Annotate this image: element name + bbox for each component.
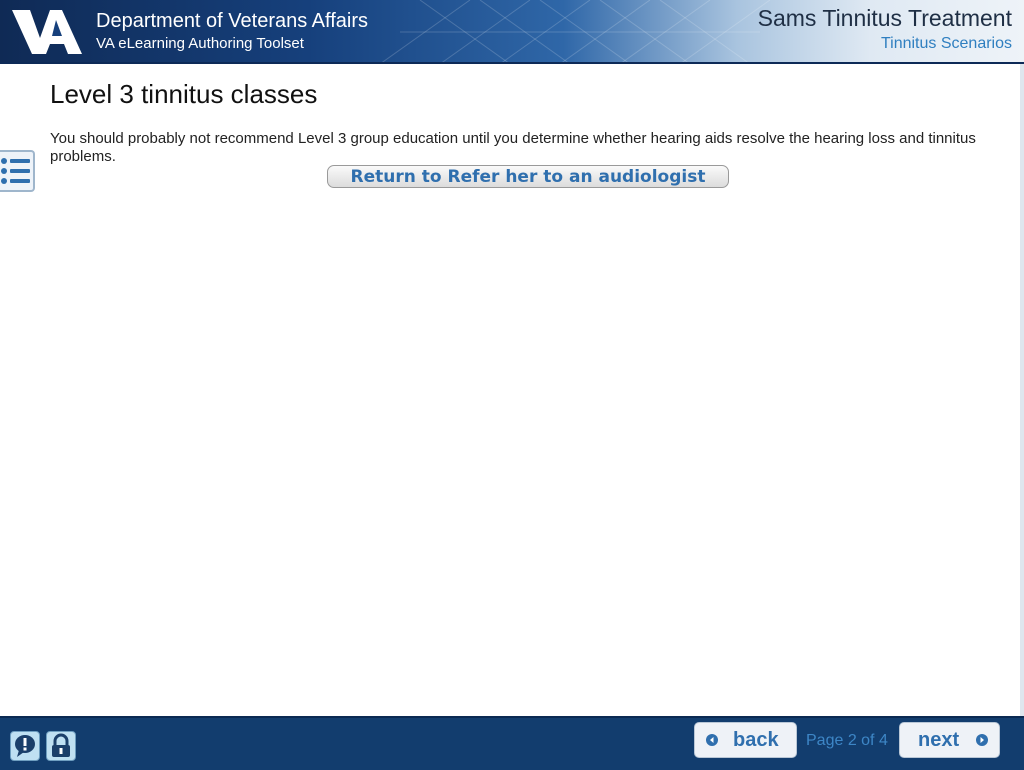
return-button[interactable]: Return to Refer her to an audiologist	[327, 165, 729, 188]
chevron-left-icon	[706, 734, 718, 746]
next-button[interactable]: next	[899, 722, 1000, 758]
header-banner: Department of Veterans Affairs VA eLearn…	[0, 0, 1024, 64]
org-subtitle: VA eLearning Authoring Toolset	[96, 35, 304, 52]
lock-button[interactable]	[46, 731, 76, 761]
lock-icon	[52, 733, 70, 757]
page-title: Level 3 tinnitus classes	[50, 79, 318, 109]
menu-toggle-button[interactable]	[0, 150, 35, 192]
right-scroll-edge	[1020, 64, 1024, 716]
page-indicator: Page 2 of 4	[806, 732, 888, 749]
list-icon	[1, 158, 30, 184]
course-title: Sams Tinnitus Treatment	[757, 5, 1012, 31]
body-text: You should probably not recommend Level …	[50, 130, 976, 165]
chevron-right-icon	[976, 734, 988, 746]
back-label: back	[733, 729, 779, 751]
footer-bar: back Page 2 of 4 next	[0, 716, 1024, 770]
next-label: next	[918, 729, 960, 751]
org-name: Department of Veterans Affairs	[96, 10, 369, 32]
help-button[interactable]	[10, 731, 40, 761]
back-button[interactable]: back	[694, 722, 797, 758]
va-logo	[12, 10, 82, 54]
header-divider	[0, 62, 1024, 64]
course-subtitle: Tinnitus Scenarios	[880, 35, 1012, 52]
help-icon	[15, 735, 35, 757]
